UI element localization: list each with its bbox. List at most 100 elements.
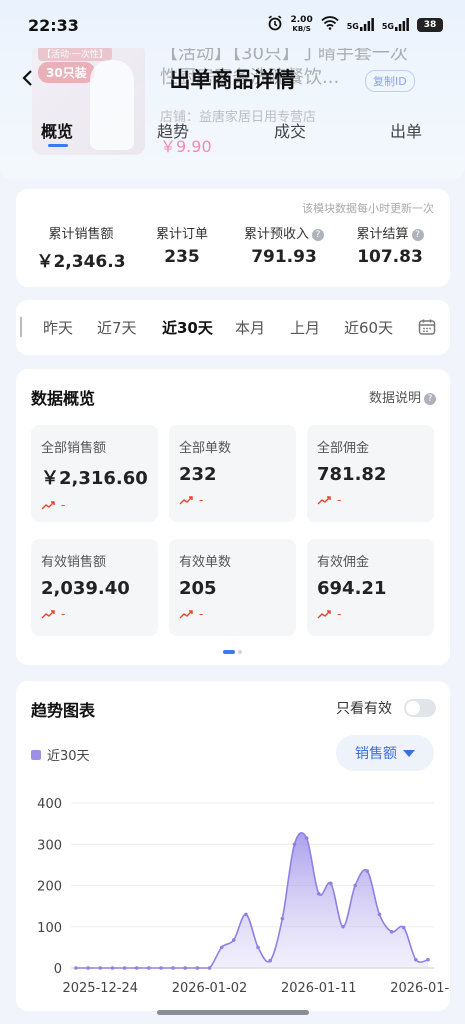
legend-swatch [31,749,41,760]
signal-icon-1: 5G [347,18,374,31]
date-filter-this-month[interactable]: 本月 [235,317,265,338]
data-point [365,869,370,873]
data-point [171,966,175,970]
tile-trend-value: - [337,607,342,621]
y-tick-label: 400 [37,797,62,812]
tile-label: 全部销售额 [41,441,107,456]
chevron-down-icon [403,749,415,757]
tile-label: 有效佣金 [317,555,370,570]
data-point [110,966,115,970]
tab-overview[interactable]: 概览 [41,118,73,142]
calendar-icon[interactable] [418,318,436,336]
metric-value: 235 [164,247,200,267]
battery-icon: 38 [417,17,443,32]
date-filter-yesterday[interactable]: 昨天 [43,317,73,338]
trend-up-icon [179,496,193,505]
trend-chart: 0 100 200 300 400 2025-12-24 2026-01-02 2026-01… [37,797,450,996]
signal-label-1: 5G [346,22,359,31]
summary-card: 该模块数据每小时更新一次 累计销售额 ￥2,346.3 累计订单 235 累计预… [16,189,450,287]
tab-trend[interactable]: 趋势 [157,118,189,142]
page-dot-active [223,650,235,654]
metric-total-sales: 累计销售额 ￥2,346.3 [28,223,134,272]
net-speed: 2.00 KB/S [291,15,313,34]
data-point [134,966,139,970]
data-point [86,966,90,970]
data-point [353,883,357,888]
y-tick-label: 300 [37,838,62,853]
toggle-knob [406,701,420,715]
overview-tile[interactable]: 有效佣金 694.21 - [307,539,434,636]
data-explain-link[interactable]: 数据说明? [369,387,436,406]
date-filter-60d[interactable]: 近60天 [344,317,393,338]
overview-tile[interactable]: 有效销售额 2,039.40 - [31,539,158,636]
data-point [147,966,151,970]
overview-tile[interactable]: 全部销售额 ￥2,316.60 - [31,425,158,522]
date-filter-30d[interactable]: 近30天 [162,317,213,338]
data-point [122,966,127,970]
help-icon: ? [424,393,436,405]
valid-only-toggle[interactable] [404,699,436,717]
tile-value: 694.21 [317,578,387,599]
tile-label: 有效单数 [179,555,232,570]
data-point [207,966,212,970]
trend-up-icon [41,610,55,619]
page-indicator [223,650,242,654]
data-point [74,966,78,970]
date-filter-7d[interactable]: 近7天 [97,317,137,338]
data-point [389,929,394,934]
data-point [195,966,200,970]
metric-value: 791.93 [251,247,317,267]
thumb-tag: 【活动·一次性】 [38,46,112,61]
overview-tile[interactable]: 有效单数 205 - [169,539,296,636]
home-indicator [157,1010,309,1015]
status-icons: 2.00 KB/S 5G 5G 38 [267,15,443,34]
metric-label: 累计销售额 [48,227,114,242]
tab-deals[interactable]: 成交 [274,118,306,142]
explain-label: 数据说明 [368,391,421,406]
data-overview-card: 数据概览 数据说明? 全部销售额 ￥2,316.60 - 全部单数 232 - … [16,369,450,665]
data-point [292,842,297,847]
trend-up-icon [317,496,331,505]
metric-select-label: 销售额 [355,746,397,762]
metric-label: 累计结算 [356,227,409,242]
tile-label: 有效销售额 [41,555,107,570]
trend-up-icon [179,610,193,619]
data-point [329,881,333,886]
tab-orders[interactable]: 出单 [390,118,422,142]
tab-bar: 概览 趋势 成交 出单 [0,118,465,148]
metric-expected-income: 累计预收入? 791.93 [232,223,336,267]
header: 【活动·一次性】 30只装 【活动】【30只】丁晴手套一次性厨房家务洗碗餐饮..… [0,30,465,180]
help-icon[interactable]: ? [312,229,324,241]
tile-value: 232 [179,464,217,485]
trend-chart-card: 趋势图表 只看有效 近30天 销售额 0 100 200 300 400 2025-12-… [16,681,450,1011]
metric-label: 累计订单 [155,227,208,242]
tile-trend-value: - [199,607,204,621]
data-point [414,957,418,962]
data-point [426,957,430,962]
tile-label: 全部佣金 [317,441,370,456]
tab-indicator [48,144,68,147]
page-dot [238,650,242,654]
overview-tile[interactable]: 全部单数 232 - [169,425,296,522]
metric-value: 107.83 [357,247,423,267]
page-title: 出单商品详情 [169,68,296,92]
tile-trend-value: - [61,498,66,512]
x-tick-label: 2026-01-20 [390,981,450,996]
x-tick-label: 2026-01-11 [281,981,357,996]
tile-value: ￥2,316.60 [41,468,148,489]
tile-trend-value: - [337,493,342,507]
tile-value: 2,039.40 [41,578,130,599]
help-icon[interactable]: ? [411,229,424,241]
metric-value: ￥2,346.3 [36,252,126,272]
data-point [341,924,345,929]
metric-select-dropdown[interactable]: 销售额 [336,735,434,771]
date-filter-bar: 昨天 近7天 近30天 本月 上月 近60天 [16,300,450,355]
date-filter-last-month[interactable]: 上月 [290,317,320,338]
metric-settled: 累计结算? 107.83 [342,223,438,267]
wifi-icon [321,16,339,33]
valid-only-label: 只看有效 [336,701,392,717]
status-time: 22:33 [28,16,79,35]
legend-label: 近30天 [47,749,90,764]
trend-up-icon [41,501,55,510]
overview-tile[interactable]: 全部佣金 781.82 - [307,425,434,522]
